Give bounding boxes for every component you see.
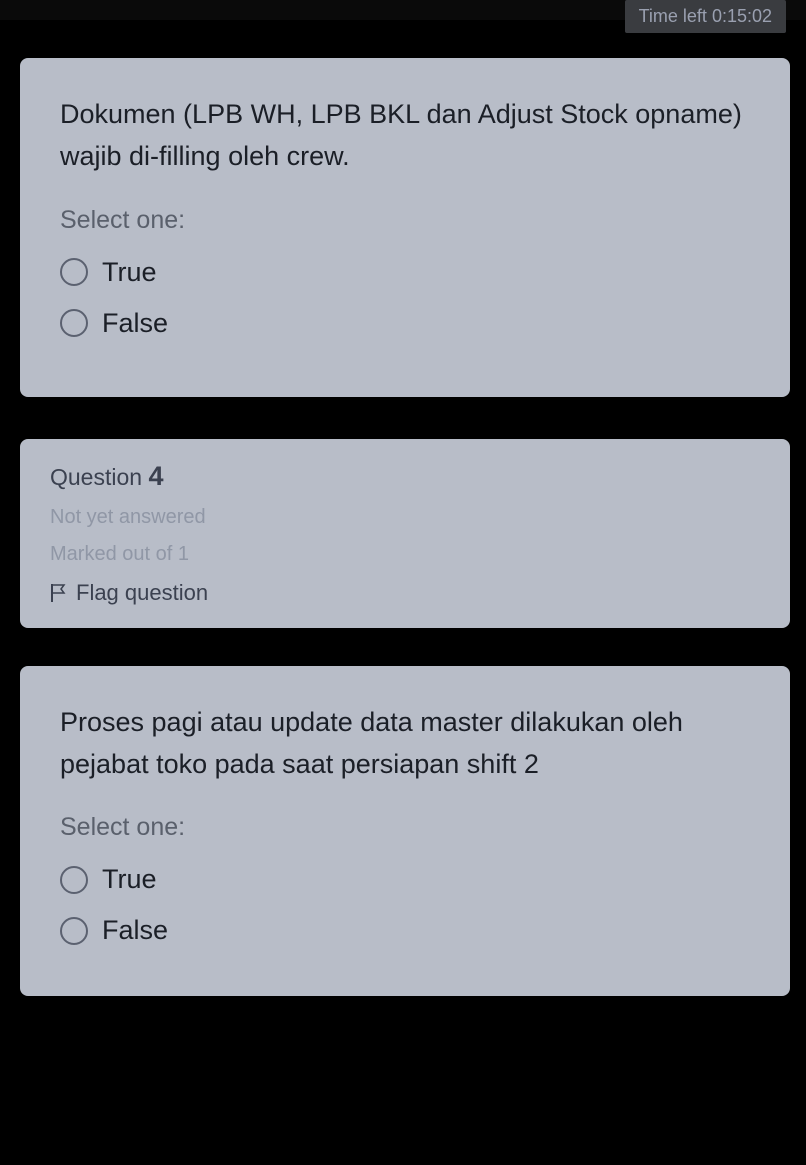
question-number: 4: [148, 461, 163, 491]
question-4-meta-card: Question 4 Not yet answered Marked out o…: [20, 439, 790, 628]
option-label-true: True: [102, 864, 157, 895]
radio-icon: [60, 309, 88, 337]
question-3-select-one-label: Select one:: [60, 206, 756, 235]
question-4-select-one-label: Select one:: [60, 813, 756, 842]
radio-icon: [60, 866, 88, 894]
question-4-option-true[interactable]: True: [60, 864, 756, 895]
question-4-body-card: Proses pagi atau update data master dila…: [20, 666, 790, 997]
question-4-heading: Question 4: [50, 461, 756, 492]
flag-icon: [50, 583, 66, 603]
time-left-chip: Time left 0:15:02: [625, 0, 786, 33]
question-4-marked: Marked out of 1: [50, 543, 756, 566]
question-label: Question: [50, 464, 142, 490]
top-bar: Time left 0:15:02: [0, 0, 806, 20]
flag-question-text: Flag question: [76, 580, 208, 606]
time-left-text: Time left 0:15:02: [639, 6, 772, 26]
option-label-true: True: [102, 257, 157, 288]
option-label-false: False: [102, 915, 168, 946]
question-4-status: Not yet answered: [50, 506, 756, 529]
page-content: Dokumen (LPB WH, LPB BKL dan Adjust Stoc…: [0, 58, 806, 996]
question-4-option-false[interactable]: False: [60, 915, 756, 946]
question-3-option-false[interactable]: False: [60, 308, 756, 339]
flag-question-link[interactable]: Flag question: [50, 580, 756, 606]
question-3-option-true[interactable]: True: [60, 257, 756, 288]
radio-icon: [60, 917, 88, 945]
question-4-text: Proses pagi atau update data master dila…: [60, 702, 756, 786]
option-label-false: False: [102, 308, 168, 339]
question-3-text: Dokumen (LPB WH, LPB BKL dan Adjust Stoc…: [60, 94, 756, 178]
radio-icon: [60, 258, 88, 286]
question-3-body-card: Dokumen (LPB WH, LPB BKL dan Adjust Stoc…: [20, 58, 790, 397]
